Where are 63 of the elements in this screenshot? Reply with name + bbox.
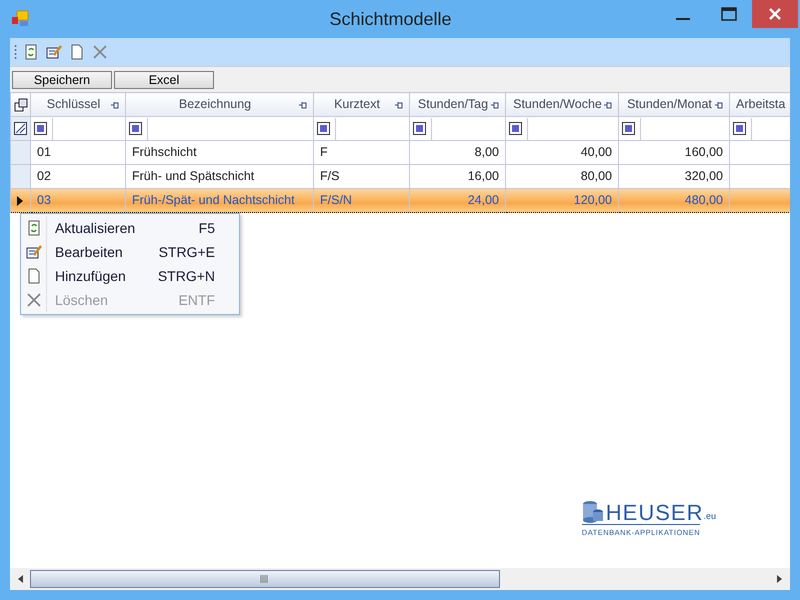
minimize-icon: [676, 18, 690, 20]
refresh-icon: [26, 220, 42, 236]
close-icon: [26, 292, 42, 308]
table-cell: 480,00: [618, 188, 730, 212]
close-button[interactable]: [752, 0, 798, 28]
edit-icon: [26, 244, 42, 260]
pin-icon[interactable]: [714, 100, 723, 108]
shortcut-text: ENTF: [178, 290, 216, 310]
filter-operator-icon[interactable]: [622, 122, 635, 135]
pin-icon[interactable]: [490, 100, 499, 108]
maximize-icon: [721, 7, 737, 21]
filter-clear-icon[interactable]: [14, 122, 27, 136]
filter-cell[interactable]: [618, 116, 730, 140]
filter-operator-icon[interactable]: [34, 122, 47, 135]
column-header[interactable]: Arbeitsta: [730, 92, 790, 116]
filter-cell[interactable]: [410, 116, 506, 140]
menu-item[interactable]: Hinzufügen: [47, 266, 158, 286]
menu-item[interactable]: Bearbeiten: [47, 242, 159, 262]
save-button[interactable]: Speichern: [12, 70, 112, 88]
table-cell: 24,00: [410, 188, 506, 212]
table-cell: 120,00: [506, 188, 618, 212]
logo-text: HEUSER: [606, 502, 704, 524]
pin-icon[interactable]: [394, 100, 403, 108]
toolbar-grip-icon: [14, 44, 17, 60]
filter-cell[interactable]: [126, 116, 314, 140]
scrollbar-thumb[interactable]: [30, 570, 500, 588]
document-icon[interactable]: [69, 44, 85, 60]
window-title: Schichtmodelle: [328, 8, 453, 30]
filter-cell[interactable]: [314, 116, 410, 140]
column-chooser-icon[interactable]: [14, 98, 28, 112]
pin-icon[interactable]: [110, 100, 119, 108]
excel-button[interactable]: Excel: [114, 70, 214, 88]
edit-icon[interactable]: [46, 44, 62, 60]
filter-cell[interactable]: [30, 116, 126, 140]
table-cell: F: [314, 140, 410, 164]
filter-operator-icon[interactable]: [509, 122, 522, 135]
filter-operator-icon[interactable]: [129, 122, 142, 135]
database-icon: [582, 500, 604, 524]
pin-icon[interactable]: [298, 100, 307, 108]
refresh-icon[interactable]: [23, 44, 39, 60]
current-row-icon: [17, 196, 23, 206]
table-cell: 160,00: [618, 140, 730, 164]
shortcut-text: F5: [198, 218, 216, 238]
filter-operator-icon[interactable]: [413, 122, 426, 135]
document-icon: [26, 268, 42, 284]
filter-cell[interactable]: [730, 116, 790, 140]
shortcut-text: STRG+E: [158, 242, 216, 262]
pin-icon[interactable]: [603, 100, 612, 108]
table-cell: F/S/N: [314, 188, 410, 212]
close-icon: [769, 8, 781, 20]
filter-operator-icon[interactable]: [733, 122, 746, 135]
filter-operator-icon[interactable]: [317, 122, 330, 135]
table-cell: Frühschicht: [126, 140, 314, 164]
filter-cell[interactable]: [506, 116, 618, 140]
table-cell: 8,00: [410, 140, 506, 164]
logo-suffix: .eu: [703, 510, 716, 524]
table-cell: 01: [30, 140, 126, 164]
table-cell: Früh-/Spät- und Nachtschicht: [126, 188, 314, 212]
app-icon: [11, 10, 31, 28]
shortcut-text: STRG+N: [158, 266, 216, 286]
table-cell: 03: [30, 188, 126, 212]
menu-item[interactable]: Aktualisieren: [47, 218, 199, 238]
table-cell: 40,00: [506, 140, 618, 164]
